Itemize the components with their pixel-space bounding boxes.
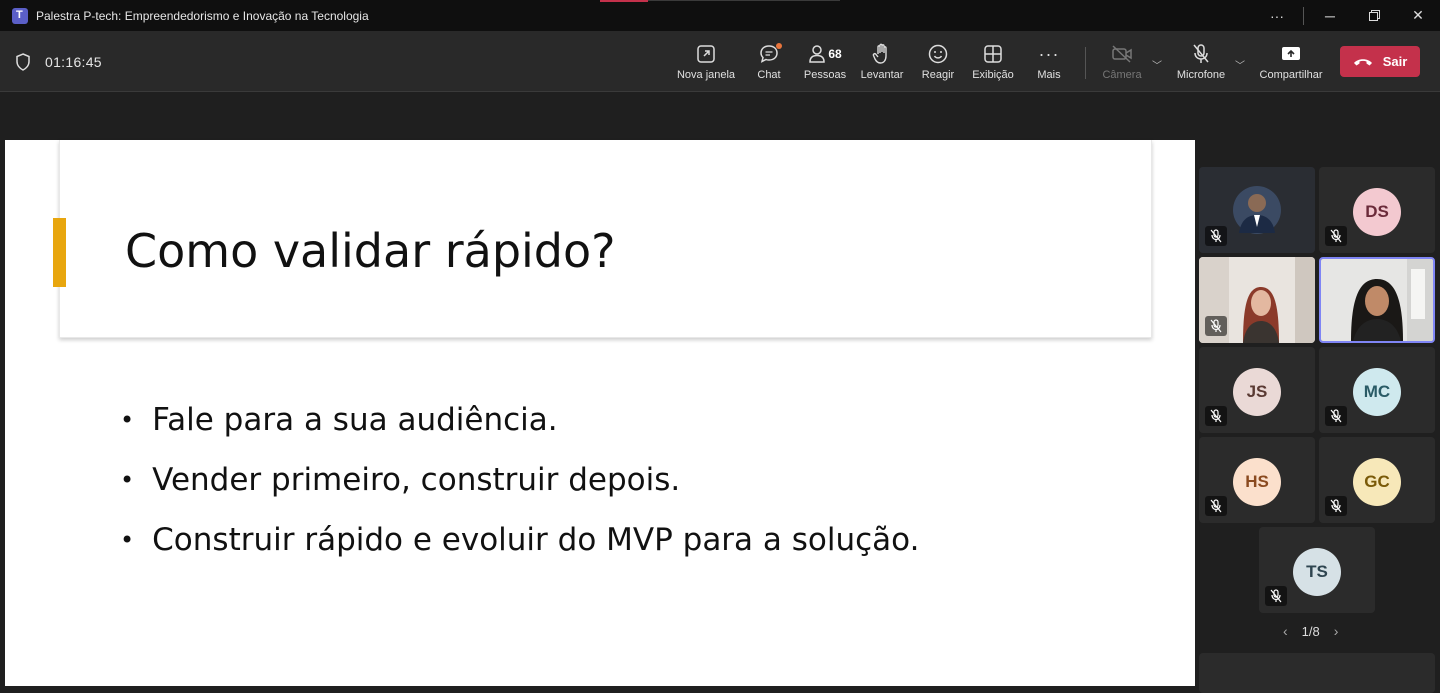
window-indicator-track [648,0,840,1]
close-icon[interactable]: ✕ [1396,0,1440,31]
people-icon: 68 [805,43,845,65]
muted-mic-icon [1325,226,1347,246]
mic-options-chevron-icon[interactable]: ﹀ [1235,57,1245,72]
shield-icon [16,53,30,71]
slide-title: Como validar rápido? [125,224,616,278]
react-label: Reagir [921,69,955,81]
people-count: 68 [828,47,842,61]
chat-label: Chat [757,69,781,81]
muted-mic-icon [1325,406,1347,426]
title-bar: Palestra P-tech: Empreendedorismo e Inov… [0,0,1440,31]
more-button[interactable]: ··· Mais [1034,43,1064,85]
window-title: Palestra P-tech: Empreendedorismo e Inov… [36,8,369,23]
muted-mic-icon [1205,406,1227,426]
camera-options-chevron-icon[interactable]: ﹀ [1152,57,1162,72]
participant-avatar: JS [1233,368,1281,416]
chat-icon [758,43,782,65]
previous-page-icon[interactable]: ‹ [1283,623,1288,639]
participant-tile[interactable]: JS [1199,347,1315,433]
bullet-text: Construir rápido e evoluir do MVP para a… [152,522,920,558]
mic-off-icon [1190,43,1212,65]
muted-mic-icon [1205,226,1227,246]
share-label: Compartilhar [1259,69,1323,81]
participant-avatar: GC [1353,458,1401,506]
new-window-icon [695,43,717,65]
slide-accent-bar [53,218,66,287]
muted-mic-icon [1265,586,1287,606]
smiley-icon [927,43,949,65]
share-screen-icon [1280,43,1302,65]
ellipsis-icon: ··· [1038,43,1060,64]
slide-bullet: • Construir rápido e evoluir do MVP para … [120,522,920,558]
people-button[interactable]: 68 Pessoas [804,43,846,85]
raise-hand-label: Levantar [860,69,904,81]
meeting-timer: 01:16:45 [45,54,102,70]
slide-bullet: • Vender primeiro, construir depois. [120,462,681,498]
chat-button[interactable]: Chat [752,43,786,85]
window-indicator [600,0,648,2]
window-controls: ··· ─ ✕ [1255,0,1440,31]
hang-up-icon [1353,58,1372,65]
view-label: Exibição [972,69,1014,81]
leave-button[interactable]: Sair [1340,46,1420,77]
camera-off-icon [1111,43,1133,65]
microphone-label: Microfone [1176,69,1226,81]
meeting-toolbar: 01:16:45 Nova janela Chat 68 Pessoas Lev… [0,31,1440,92]
more-options-icon[interactable]: ··· [1255,0,1299,31]
participant-photo [1321,259,1433,341]
participant-tile[interactable]: GC [1319,437,1435,523]
participant-tile-active-speaker[interactable] [1319,257,1435,343]
divider [1303,6,1304,25]
camera-button[interactable]: Câmera [1102,43,1142,85]
restore-icon[interactable] [1352,0,1396,31]
next-page-icon[interactable]: › [1334,623,1339,639]
participant-tile[interactable]: TS [1259,527,1375,613]
shared-presentation: Como validar rápido? • Fale para a sua au… [5,140,1195,686]
muted-mic-icon [1325,496,1347,516]
leave-label: Sair [1382,54,1408,69]
participant-tile[interactable]: DS [1319,167,1435,253]
minimize-icon[interactable]: ─ [1308,0,1352,31]
raise-hand-button[interactable]: Levantar [860,43,904,85]
hand-icon [871,43,893,65]
participant-avatar: DS [1353,188,1401,236]
microphone-button[interactable]: Microfone [1174,43,1228,85]
share-button[interactable]: Compartilhar [1258,43,1324,85]
grid-view-icon [982,43,1004,65]
unread-dot [776,43,782,49]
camera-label: Câmera [1102,69,1142,81]
participant-tile[interactable]: HS [1199,437,1315,523]
page-indicator: 1/8 [1301,623,1320,639]
new-window-label: Nova janela [676,69,736,81]
muted-mic-icon [1205,496,1227,516]
participant-tile[interactable] [1199,653,1435,693]
teams-logo-icon [12,7,28,24]
slide-bullets: • Fale para a sua audiência. • Vender prim… [120,390,919,570]
participant-tile[interactable] [1199,257,1315,343]
react-button[interactable]: Reagir [920,43,956,85]
view-button[interactable]: Exibição [971,43,1015,85]
new-window-button[interactable]: Nova janela [676,43,736,85]
gallery-pager: ‹ 1/8 › [1283,623,1338,639]
participant-tile[interactable] [1199,167,1315,253]
participant-tile[interactable]: MC [1319,347,1435,433]
slide-bullet: • Fale para a sua audiência. [120,402,558,438]
people-label: Pessoas [803,69,847,81]
participant-avatar: TS [1293,548,1341,596]
bullet-text: Fale para a sua audiência. [152,402,558,438]
participant-avatar: HS [1233,458,1281,506]
bullet-text: Vender primeiro, construir depois. [152,462,681,498]
toolbar-divider [1085,47,1086,79]
muted-mic-icon [1205,316,1227,336]
participant-avatar: MC [1353,368,1401,416]
more-label: Mais [1037,69,1061,81]
